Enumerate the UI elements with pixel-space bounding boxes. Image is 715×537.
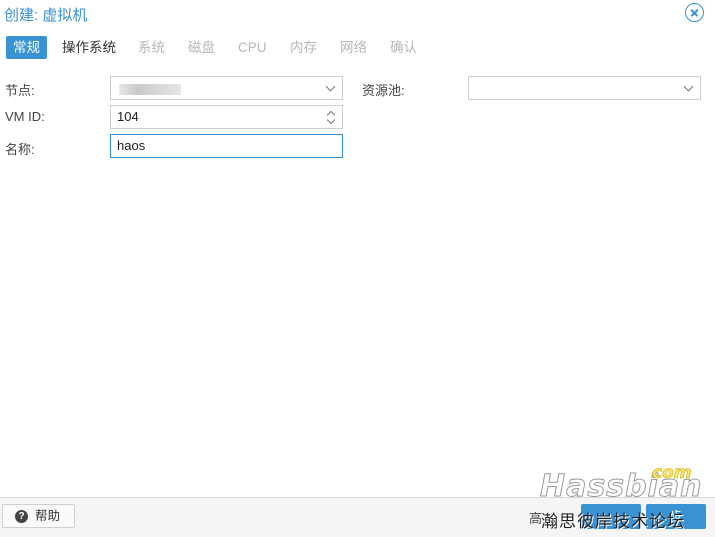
help-button[interactable]: ? 帮助 (2, 504, 75, 528)
tab-memory[interactable]: 内存 (283, 36, 324, 59)
watermark-com: com (652, 463, 692, 484)
name-input[interactable]: haos (110, 134, 343, 158)
tab-cpu[interactable]: CPU (231, 36, 274, 59)
node-label: 节点: (5, 83, 35, 98)
advanced-label: 高 (529, 511, 543, 526)
pool-select[interactable] (468, 76, 701, 100)
tab-disk[interactable]: 磁盘 (181, 36, 222, 59)
node-value-redacted (119, 84, 181, 95)
tab-os[interactable]: 操作系统 (55, 36, 123, 59)
chevron-down-icon[interactable] (325, 81, 336, 92)
tab-system[interactable]: 系统 (131, 36, 172, 59)
vmid-value: 104 (117, 109, 139, 124)
dialog-title: 创建: 虚拟机 (4, 7, 88, 24)
dialog-footer: ? 帮助 高 步 (0, 497, 715, 537)
help-button-label: 帮助 (35, 509, 61, 523)
tab-network[interactable]: 网络 (333, 36, 374, 59)
name-label: 名称: (5, 142, 35, 157)
dialog-titlebar: 创建: 虚拟机 (0, 0, 715, 28)
tab-general[interactable]: 常规 (6, 36, 47, 59)
node-select[interactable] (110, 76, 343, 100)
back-button[interactable] (581, 504, 641, 529)
spinner-icon[interactable] (326, 109, 336, 125)
name-value: haos (117, 138, 146, 153)
wizard-tabs: 常规 操作系统 系统 磁盘 CPU 内存 网络 确认 (0, 36, 715, 60)
chevron-down-icon[interactable] (683, 81, 694, 92)
tab-confirm[interactable]: 确认 (383, 36, 424, 59)
next-button[interactable]: 步 (646, 504, 706, 529)
vmid-label: VM ID: (5, 109, 45, 124)
close-icon[interactable] (685, 3, 704, 22)
vmid-stepper[interactable]: 104 (110, 105, 343, 129)
question-icon: ? (15, 510, 28, 523)
pool-label: 资源池: (362, 83, 405, 98)
